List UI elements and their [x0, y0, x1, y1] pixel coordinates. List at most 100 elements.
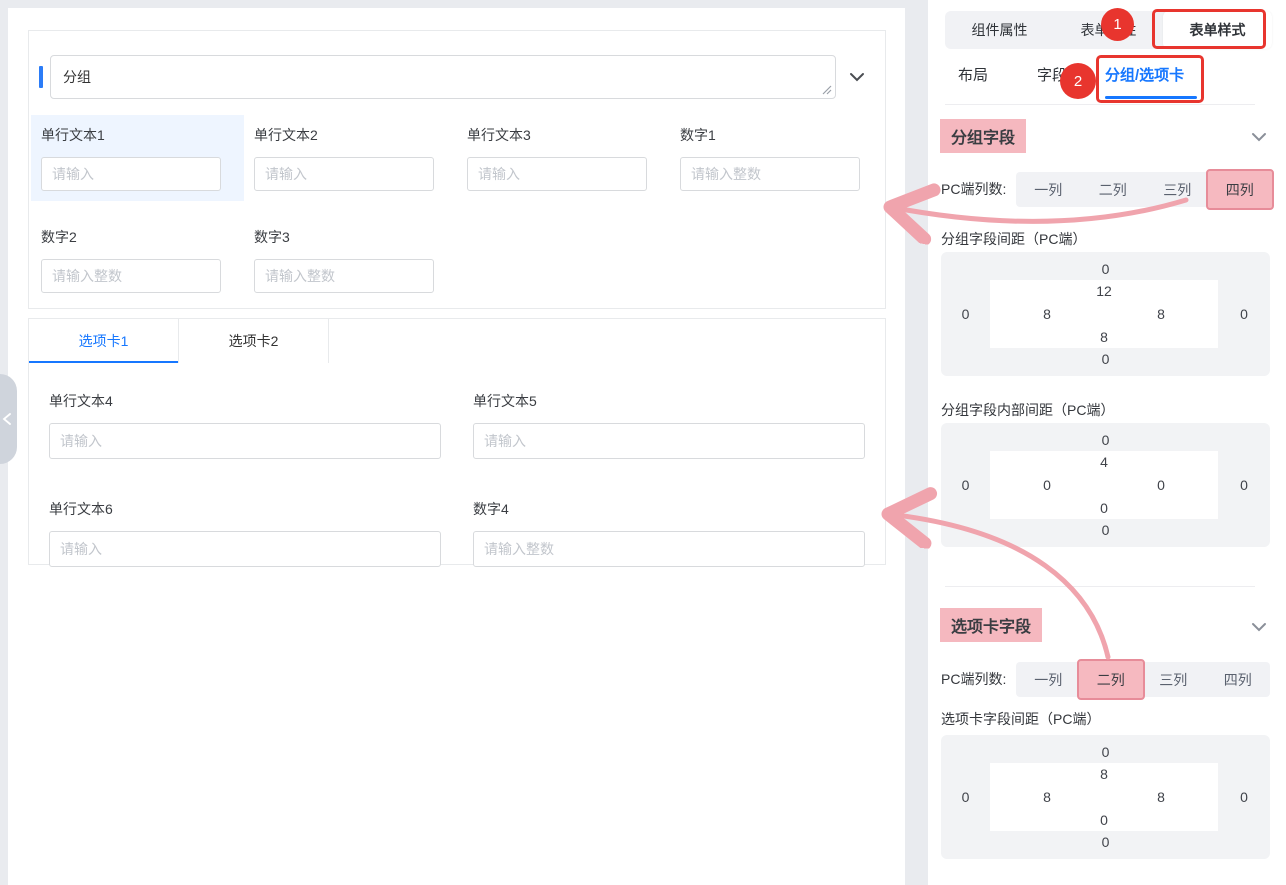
tab-xuanxiangka1[interactable]: 选项卡1	[29, 319, 179, 363]
field-input[interactable]	[467, 157, 647, 191]
tabcard-section-chevron-icon[interactable]	[1250, 618, 1268, 636]
empty-cell	[457, 217, 670, 303]
outer-bottom-value: 0	[941, 519, 1270, 541]
outer-top-value: 0	[941, 741, 1270, 763]
subtab-field[interactable]: 字段	[1037, 64, 1067, 85]
option-two-columns-selected[interactable]: 二列	[1077, 659, 1146, 700]
panel-top-tabs: 组件属性 表单属性 表单样式	[945, 11, 1272, 49]
section-title-group-fields: 分组字段	[940, 119, 1026, 153]
tabcard-spacing-label: 选项卡字段间距（PC端）	[941, 709, 1100, 729]
field-label: 单行文本5	[473, 391, 865, 411]
inner-left-value: 0	[1043, 477, 1051, 493]
field-input[interactable]	[473, 531, 865, 567]
field-shuzi1[interactable]: 数字1	[670, 115, 883, 201]
field-label: 单行文本3	[467, 125, 660, 145]
outer-right-value: 0	[1218, 763, 1270, 831]
tab-component-props[interactable]: 组件属性	[945, 11, 1054, 49]
inner-top-value: 8	[990, 763, 1218, 785]
option-three-columns[interactable]: 三列	[1141, 662, 1206, 697]
group-title-text: 分组	[63, 67, 91, 87]
panel-collapse-handle[interactable]	[0, 374, 17, 464]
group-accent-bar	[39, 66, 43, 88]
inner-top-value: 12	[990, 280, 1218, 302]
field-input[interactable]	[41, 259, 221, 293]
inner-right-value: 0	[1157, 477, 1165, 493]
field-danhangwenben3[interactable]: 单行文本3	[457, 115, 670, 201]
inner-right-value: 8	[1157, 306, 1165, 322]
tab-bar: 选项卡1 选项卡2	[29, 319, 885, 363]
field-danhangwenben2[interactable]: 单行文本2	[244, 115, 457, 201]
tab-form-props[interactable]: 表单属性	[1054, 11, 1163, 49]
field-shuzi4[interactable]: 数字4	[473, 499, 865, 567]
chevron-left-icon	[2, 413, 12, 425]
resize-grip-icon[interactable]	[822, 85, 832, 95]
field-input[interactable]	[41, 157, 221, 191]
field-label: 单行文本2	[254, 125, 447, 145]
inner-spacing-area: 4 0 0 0	[990, 451, 1218, 519]
tab-fields-grid: 单行文本4 单行文本5 单行文本6 数字4	[49, 391, 865, 567]
group-section-chevron-icon[interactable]	[1250, 128, 1268, 146]
inner-top-value: 4	[990, 451, 1218, 473]
field-label: 数字3	[254, 227, 447, 247]
tabcard-columns-segmented: 一列 二列 三列 四列	[1016, 662, 1270, 697]
tab-xuanxiangka2[interactable]: 选项卡2	[179, 319, 329, 363]
divider	[945, 104, 1255, 105]
field-input[interactable]	[49, 531, 441, 567]
outer-right-value: 0	[1218, 451, 1270, 519]
field-danhangwenben1[interactable]: 单行文本1	[31, 115, 244, 201]
option-two-columns[interactable]: 二列	[1081, 172, 1146, 207]
group-title-input[interactable]: 分组	[50, 55, 836, 99]
form-designer-app: { "canvas": { "group": { "title": "分组", …	[0, 0, 1286, 885]
field-label: 单行文本6	[49, 499, 441, 519]
subtab-layout[interactable]: 布局	[958, 64, 988, 85]
outer-right-value: 0	[1218, 280, 1270, 348]
inner-spacing-area: 8 8 8 0	[990, 763, 1218, 831]
field-danhangwenben4[interactable]: 单行文本4	[49, 391, 441, 459]
inner-right-value: 8	[1157, 789, 1165, 805]
field-label: 单行文本1	[41, 125, 234, 145]
field-input[interactable]	[680, 157, 860, 191]
inner-left-value: 8	[1043, 306, 1051, 322]
group-collapse-chevron-icon[interactable]	[848, 68, 866, 86]
option-one-column[interactable]: 一列	[1016, 662, 1081, 697]
tab-form-style[interactable]: 表单样式	[1163, 11, 1272, 49]
group-inner-spacing-box: 0 0 4 0 0 0 0 0	[941, 423, 1270, 547]
pc-columns-label: PC端列数:	[941, 172, 1006, 207]
section-title-tabcard-fields: 选项卡字段	[940, 608, 1042, 642]
group-fields-grid: 单行文本1 单行文本2 单行文本3 数字1 数字2 数字3	[31, 115, 883, 303]
option-one-column[interactable]: 一列	[1016, 172, 1081, 207]
tab-card-container: 选项卡1 选项卡2 单行文本4 单行文本5 单行文本6 数字4	[28, 318, 886, 565]
outer-left-value: 0	[941, 763, 990, 831]
field-input[interactable]	[49, 423, 441, 459]
option-four-columns-selected[interactable]: 四列	[1206, 169, 1275, 210]
field-input[interactable]	[254, 259, 434, 293]
outer-left-value: 0	[941, 451, 990, 519]
outer-top-value: 0	[941, 258, 1270, 280]
group-container: 分组 单行文本1 单行文本2 单行文本3	[28, 30, 886, 309]
inner-bottom-value: 8	[990, 326, 1218, 348]
outer-bottom-value: 0	[941, 348, 1270, 370]
properties-panel: 组件属性 表单属性 表单样式 布局 字段 分组/选项卡 分组字段 PC端列数: …	[928, 0, 1286, 885]
field-input[interactable]	[254, 157, 434, 191]
group-columns-segmented: 一列 二列 三列 四列	[1016, 172, 1270, 207]
group-spacing-box: 0 0 12 8 8 8 0 0	[941, 252, 1270, 376]
subtab-group-tabcard[interactable]: 分组/选项卡	[1105, 64, 1184, 85]
divider	[945, 586, 1255, 587]
field-input[interactable]	[473, 423, 865, 459]
tabcard-spacing-box: 0 0 8 8 8 0 0 0	[941, 735, 1270, 859]
inner-bottom-value: 0	[990, 497, 1218, 519]
field-danhangwenben6[interactable]: 单行文本6	[49, 499, 441, 567]
group-spacing-label: 分组字段间距（PC端）	[941, 229, 1086, 249]
field-shuzi2[interactable]: 数字2	[31, 217, 244, 303]
active-subtab-underline	[1105, 96, 1197, 99]
field-label: 数字4	[473, 499, 865, 519]
field-shuzi3[interactable]: 数字3	[244, 217, 457, 303]
field-danhangwenben5[interactable]: 单行文本5	[473, 391, 865, 459]
field-label: 数字1	[680, 125, 873, 145]
option-three-columns[interactable]: 三列	[1145, 172, 1210, 207]
field-label: 单行文本4	[49, 391, 441, 411]
group-inner-spacing-label: 分组字段内部间距（PC端）	[941, 400, 1114, 420]
field-label: 数字2	[41, 227, 234, 247]
option-four-columns[interactable]: 四列	[1206, 662, 1271, 697]
empty-cell	[670, 217, 883, 303]
